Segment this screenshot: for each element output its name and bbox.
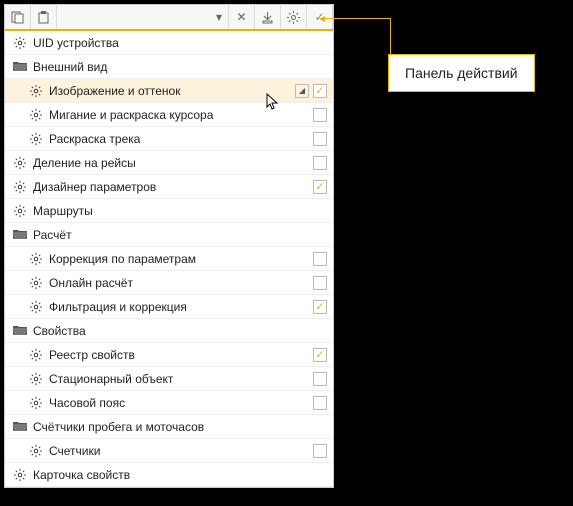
copy-icon (11, 11, 24, 24)
action-toolbar: ▾ ✕ ✓ (5, 5, 333, 31)
gear-icon (11, 181, 29, 193)
export-icon (261, 11, 274, 24)
folder-icon (11, 61, 29, 72)
gear-icon (11, 157, 29, 169)
tree-row-label: Фильтрация и коррекция (45, 300, 313, 314)
toolbar-dropdown[interactable]: ▾ (57, 5, 229, 29)
tree-row-label: Внешний вид (29, 60, 327, 74)
tree-row-label: Свойства (29, 324, 327, 338)
tree-row[interactable]: Фильтрация и коррекция✓ (5, 295, 333, 319)
tree-row-label: Мигание и раскраска курсора (45, 108, 313, 122)
tree-row-label: Дизайнер параметров (29, 180, 313, 194)
tree-row-label: Деление на рейсы (29, 156, 313, 170)
tree-row[interactable]: Раскраска трека (5, 127, 333, 151)
gear-icon (27, 301, 45, 313)
tree-row-label: Реестр свойств (45, 348, 313, 362)
tree-row-label: UID устройства (29, 36, 327, 50)
callout-connector (390, 18, 391, 54)
row-dropdown-icon[interactable]: ◢ (295, 84, 309, 98)
gear-icon (27, 133, 45, 145)
row-checkbox[interactable]: ✓ (313, 84, 327, 98)
paste-button[interactable] (31, 5, 57, 29)
tree-row[interactable]: Коррекция по параметрам (5, 247, 333, 271)
tree-row[interactable]: Деление на рейсы (5, 151, 333, 175)
gear-icon (287, 11, 300, 24)
tree-row[interactable]: Реестр свойств✓ (5, 343, 333, 367)
tree-row-label: Карточка свойств (29, 468, 327, 482)
close-icon: ✕ (236, 10, 246, 24)
folder-icon (11, 421, 29, 432)
row-checkbox[interactable] (313, 132, 327, 146)
gear-icon (27, 253, 45, 265)
row-checkbox[interactable]: ✓ (313, 348, 327, 362)
tree-row-label: Часовой пояс (45, 396, 313, 410)
tree-row-label: Коррекция по параметрам (45, 252, 313, 266)
settings-tree: UID устройства Внешний вид Изображение и о… (5, 31, 333, 487)
gear-icon (11, 37, 29, 49)
gear-icon (27, 109, 45, 121)
tree-row[interactable]: Онлайн расчёт (5, 271, 333, 295)
settings-panel: ▾ ✕ ✓ UID устройства Внешний вид Изображен… (4, 4, 334, 488)
tree-row-label: Маршруты (29, 204, 327, 218)
tree-row[interactable]: Счетчики (5, 439, 333, 463)
tree-row-label: Стационарный объект (45, 372, 313, 386)
tree-row-label: Расчёт (29, 228, 327, 242)
tree-row[interactable]: Мигание и раскраска курсора (5, 103, 333, 127)
gear-icon (11, 469, 29, 481)
tree-row[interactable]: Стационарный объект (5, 367, 333, 391)
row-checkbox[interactable] (313, 156, 327, 170)
callout-label: Панель действий (405, 65, 518, 81)
tree-row[interactable]: Часовой пояс (5, 391, 333, 415)
tree-row[interactable]: Внешний вид (5, 55, 333, 79)
tree-row[interactable]: Счётчики пробега и моточасов (5, 415, 333, 439)
tree-row[interactable]: Свойства (5, 319, 333, 343)
settings-button[interactable] (281, 5, 307, 29)
row-checkbox[interactable] (313, 396, 327, 410)
tree-row-label: Счетчики (45, 444, 313, 458)
tree-row-label: Счётчики пробега и моточасов (29, 420, 327, 434)
row-checkbox[interactable] (313, 252, 327, 266)
tree-row[interactable]: Маршруты (5, 199, 333, 223)
tree-row[interactable]: UID устройства (5, 31, 333, 55)
row-checkbox[interactable]: ✓ (313, 300, 327, 314)
tree-row[interactable]: Дизайнер параметров✓ (5, 175, 333, 199)
gear-icon (27, 373, 45, 385)
copy-button[interactable] (5, 5, 31, 29)
gear-icon (27, 349, 45, 361)
tree-row-label: Изображение и оттенок (45, 84, 295, 98)
tree-row[interactable]: Расчёт (5, 223, 333, 247)
dropdown-icon: ▾ (216, 10, 222, 24)
callout-arrow (320, 18, 390, 19)
gear-icon (27, 85, 45, 97)
gear-icon (27, 277, 45, 289)
row-checkbox[interactable]: ✓ (313, 180, 327, 194)
folder-icon (11, 325, 29, 336)
row-checkbox[interactable] (313, 108, 327, 122)
tree-row-label: Онлайн расчёт (45, 276, 313, 290)
close-button[interactable]: ✕ (229, 5, 255, 29)
row-checkbox[interactable] (313, 372, 327, 386)
paste-icon (37, 11, 50, 24)
row-checkbox[interactable] (313, 444, 327, 458)
export-button[interactable] (255, 5, 281, 29)
tree-row-label: Раскраска трека (45, 132, 313, 146)
folder-icon (11, 229, 29, 240)
gear-icon (11, 205, 29, 217)
gear-icon (27, 445, 45, 457)
gear-icon (27, 397, 45, 409)
row-checkbox[interactable] (313, 276, 327, 290)
tree-row[interactable]: Изображение и оттенок◢ ✓ (5, 79, 333, 103)
callout-box: Панель действий (388, 54, 535, 92)
tree-row[interactable]: Карточка свойств (5, 463, 333, 487)
